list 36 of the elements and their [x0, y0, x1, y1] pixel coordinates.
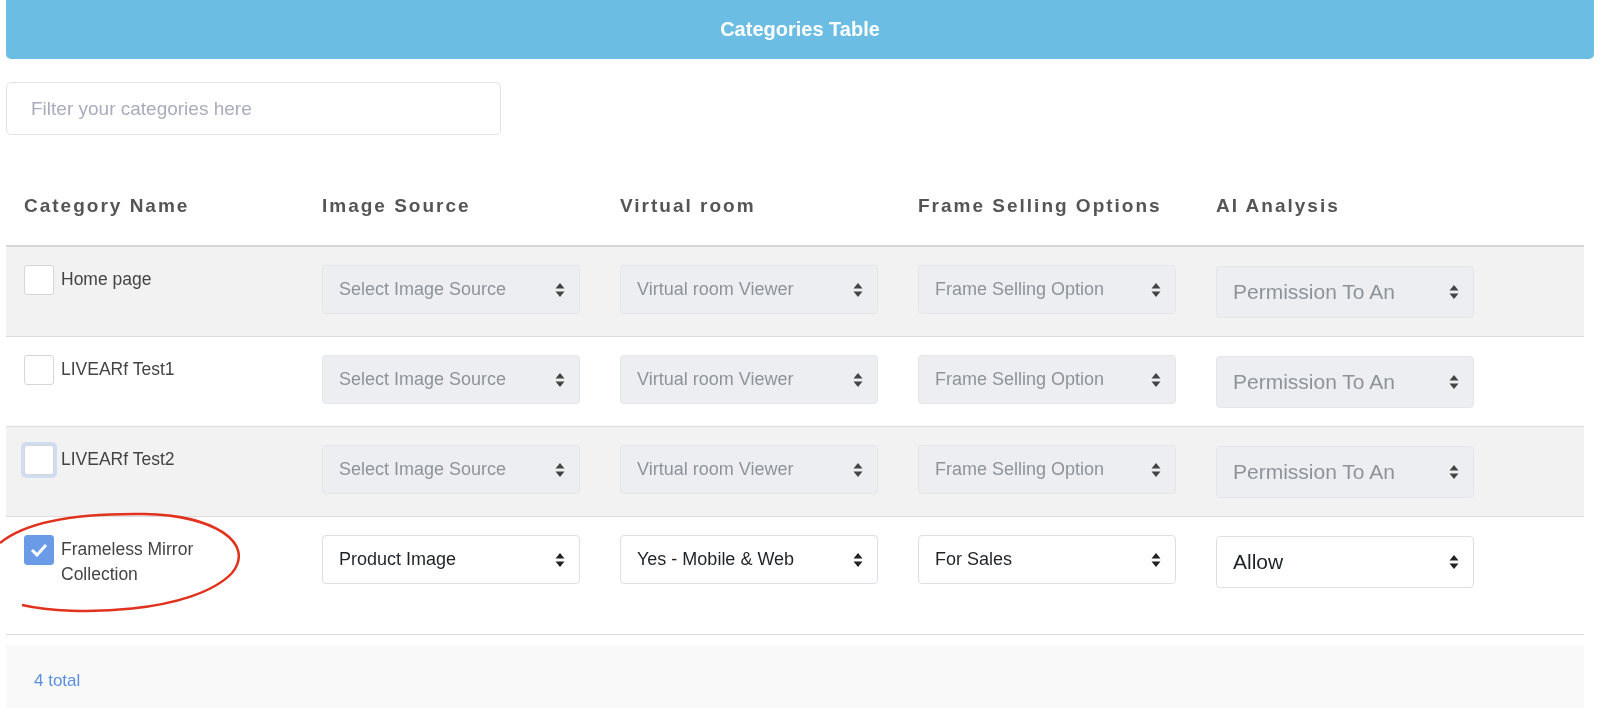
sort-caret-icon — [1449, 464, 1459, 480]
column-header: Frame Selling Options — [918, 195, 1163, 217]
column-header: AI Analysis — [1216, 195, 1341, 217]
sort-caret-icon — [555, 551, 565, 568]
dropdown-select[interactable]: Allow — [1216, 536, 1474, 588]
sort-caret-icon — [1449, 284, 1459, 300]
dropdown-select[interactable]: Yes - Mobile & Web — [620, 535, 878, 584]
sort-caret-icon — [853, 281, 863, 298]
sort-caret-icon — [853, 461, 863, 478]
filter-input[interactable]: Filter your categories here — [6, 82, 501, 135]
sort-caret-icon — [1151, 551, 1161, 568]
sort-caret-icon — [853, 551, 863, 568]
sort-caret-icon — [555, 281, 565, 298]
sort-caret-icon — [853, 371, 863, 388]
sort-caret-icon — [1151, 461, 1161, 478]
sort-caret-icon — [1449, 374, 1459, 390]
checkbox[interactable] — [24, 535, 54, 565]
column-header: Category Name — [24, 195, 191, 217]
category-name: Home page — [61, 268, 152, 291]
category-name: Frameless Mirror Collection — [61, 538, 195, 586]
checkbox[interactable] — [24, 355, 54, 385]
checkbox[interactable] — [24, 265, 54, 295]
dropdown-select[interactable]: Product Image — [322, 535, 580, 584]
sort-caret-icon — [1151, 281, 1161, 298]
column-header: Image Source — [322, 195, 472, 217]
checkmark-icon — [30, 543, 48, 557]
sort-caret-icon — [555, 461, 565, 478]
sort-caret-icon — [1449, 554, 1459, 570]
category-name: LIVEARf Test1 — [61, 358, 175, 381]
dropdown-select[interactable]: For Sales — [918, 535, 1176, 584]
sort-caret-icon — [1151, 371, 1161, 388]
total-count: 4 total — [34, 671, 81, 691]
sort-caret-icon — [555, 371, 565, 388]
page-title: Categories Table — [720, 18, 880, 41]
column-header: Virtual room — [620, 195, 757, 217]
category-name: LIVEARf Test2 — [61, 448, 175, 471]
